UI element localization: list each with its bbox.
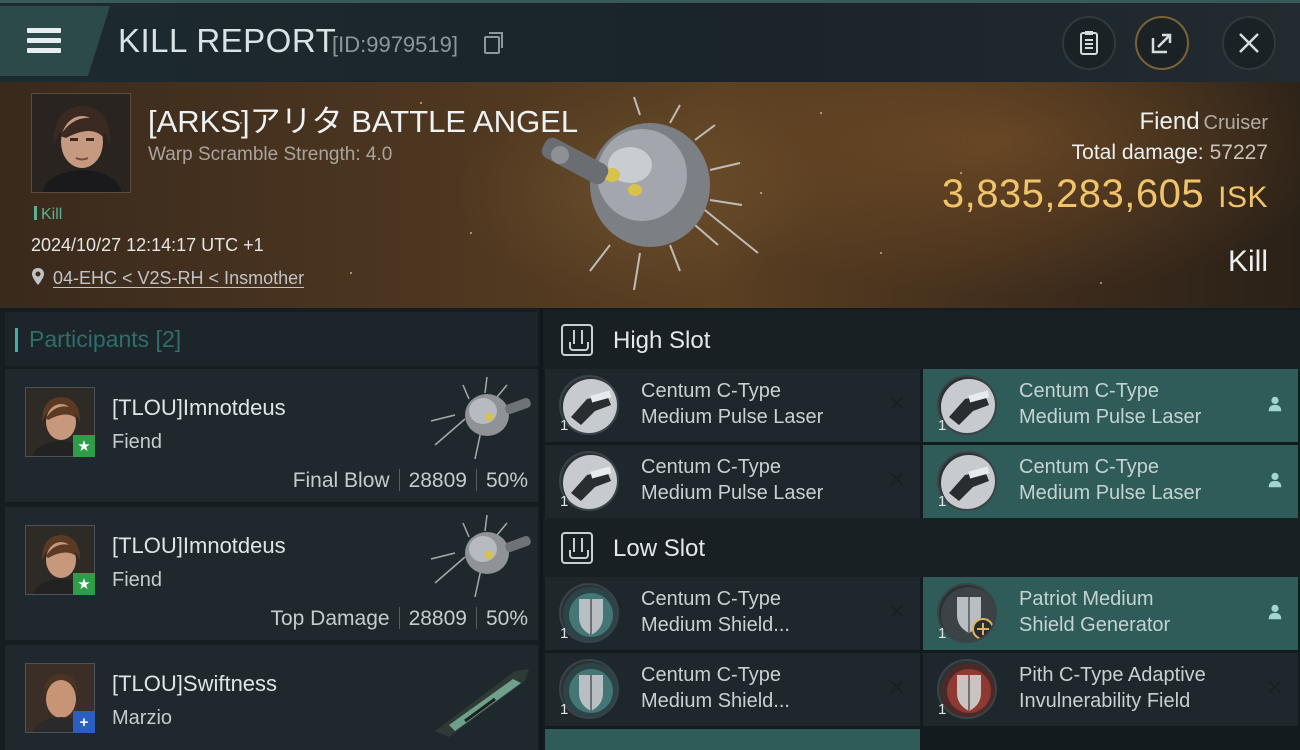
module-row[interactable]: 1 Centum C-Type Medium Pulse Laser — [923, 445, 1298, 518]
module-row[interactable]: 1 Centum C-Type Medium Shield... ✕ — [545, 653, 920, 726]
module-name: Centum C-Type Medium Pulse Laser — [1019, 380, 1202, 428]
victim-name[interactable]: [ARKS]アリタ BATTLE ANGEL — [148, 96, 578, 141]
ship-name: Fiend — [1139, 108, 1200, 135]
low-slot-icon — [561, 532, 593, 564]
participant-damage: 28809 — [408, 607, 467, 630]
participant-ship: Marzio — [112, 707, 173, 729]
isk-amount: 3,835,283,605 — [941, 172, 1205, 216]
person-icon — [1264, 601, 1286, 623]
module-name: Centum C-Type Medium Shield... — [641, 588, 790, 636]
module-quantity: 1 — [938, 417, 947, 434]
kill-tag: Kill — [34, 206, 62, 224]
share-icon — [1151, 33, 1172, 54]
participant-percent: 50% — [485, 469, 528, 492]
warp-scramble-strength: Warp Scramble Strength: 4.0 — [148, 144, 393, 165]
participants-header[interactable]: Participants [2] — [5, 312, 538, 366]
close-button[interactable] — [1222, 16, 1276, 70]
destroyed-icon: ✕ — [1265, 675, 1285, 700]
participant-role: Top Damage — [270, 607, 390, 630]
victim-portrait[interactable] — [31, 93, 131, 193]
menu-button[interactable] — [0, 6, 110, 76]
victim-ship[interactable]: Fiend Cruiser — [1140, 108, 1269, 136]
destroyed-icon: ✕ — [887, 391, 907, 416]
isk-unit: ISK — [1218, 181, 1268, 214]
total-damage-value: 57227 — [1209, 141, 1268, 164]
victim-ship-image[interactable] — [530, 95, 770, 305]
page-title: KILL REPORT — [118, 22, 337, 59]
hamburger-icon — [27, 28, 61, 54]
destroyed-icon: ✕ — [887, 467, 907, 492]
module-row[interactable]: 1 Patriot Medium Shield Generator — [923, 577, 1298, 650]
participant-damage: 28809 — [408, 469, 467, 492]
module-row[interactable]: 1 Centum C-Type Medium Pulse Laser ✕ — [545, 369, 920, 442]
participant-name: [TLOU]Swiftness — [112, 671, 278, 696]
participant-stats: Final Blow 28809 50% — [293, 469, 528, 493]
participant-stats: Top Damage 28809 50% — [270, 607, 528, 631]
module-row[interactable]: 1 Pith C-Type Adaptive Invulnerability Fi… — [923, 653, 1298, 726]
module-row[interactable]: 1 Centum C-Type Medium Pulse Laser — [923, 369, 1298, 442]
participant-name: [TLOU]Imnotdeus — [112, 395, 286, 420]
participant-ship-image — [430, 376, 531, 460]
module-name: Centum C-Type Medium Pulse Laser — [641, 456, 824, 504]
copy-icon[interactable] — [484, 32, 503, 54]
module-quantity: 1 — [938, 625, 947, 642]
participants-title: Participants [2] — [14, 326, 182, 352]
module-name: Centum C-Type Medium Shield... — [641, 664, 790, 712]
top-bar: KILL REPORT [ID:9979519] — [0, 0, 1300, 82]
kill-id: [ID:9979519] — [332, 32, 458, 57]
participant-ship-image — [430, 514, 531, 598]
module-quantity: 1 — [938, 493, 947, 510]
module-row[interactable]: 1 Centum C-Type Medium Pulse Laser ✕ — [545, 445, 920, 518]
high-slot-label: High Slot — [613, 327, 711, 354]
participant-ship-image — [435, 669, 529, 737]
participant-name: [TLOU]Imnotdeus — [112, 533, 286, 558]
module-quantity: 1 — [938, 701, 947, 718]
module-quantity: 1 — [560, 493, 569, 510]
corp-badge: ★ — [73, 435, 95, 457]
close-icon — [1239, 33, 1259, 53]
high-slot-header: High Slot — [543, 310, 1300, 370]
module-name: Pith C-Type Adaptive Invulnerability Fiel… — [1019, 664, 1206, 712]
destroyed-icon: ✕ — [887, 675, 907, 700]
total-damage: Total damage: 57227 — [1072, 141, 1268, 165]
person-icon — [1264, 393, 1286, 415]
total-damage-label: Total damage: — [1071, 141, 1204, 164]
ship-class: Cruiser — [1203, 112, 1268, 134]
participant-row[interactable]: + [TLOU]Swiftness Marzio — [5, 645, 538, 750]
low-slot-header: Low Slot — [543, 518, 1300, 578]
low-slot-label: Low Slot — [613, 535, 706, 562]
destroyed-icon: ✕ — [887, 599, 907, 624]
module-quantity: 1 — [560, 417, 569, 434]
participant-percent: 50% — [485, 607, 528, 630]
kill-result: Kill — [1227, 245, 1268, 278]
participant-ship: Fiend — [112, 431, 163, 453]
clipboard-button[interactable] — [1062, 16, 1116, 70]
isk-value: 3,835,283,605 ISK — [942, 172, 1268, 217]
module-name: Centum C-Type Medium Pulse Laser — [641, 380, 824, 428]
high-slot-icon — [561, 324, 593, 356]
module-quantity: 1 — [560, 625, 569, 642]
kill-datetime: 2024/10/27 12:14:17 UTC +1 — [31, 235, 264, 255]
kill-location-link[interactable]: 04-EHC < V2S-RH < Insmother — [53, 268, 304, 289]
module-name: Patriot Medium Shield Generator — [1019, 588, 1171, 636]
clipboard-icon — [1080, 31, 1098, 55]
participant-ship: Fiend — [112, 569, 163, 591]
module-row[interactable]: 1 Centum C-Type Medium Shield... ✕ — [545, 577, 920, 650]
module-row[interactable] — [545, 729, 920, 750]
module-quantity: 1 — [560, 701, 569, 718]
corp-badge: + — [73, 711, 95, 733]
participant-row[interactable]: ★ [TLOU]Imnotdeus Fiend Final Blow 28809 5… — [5, 369, 538, 502]
share-button[interactable] — [1135, 16, 1189, 70]
location-pin-icon — [32, 268, 44, 285]
participant-role: Final Blow — [292, 469, 390, 492]
module-name: Centum C-Type Medium Pulse Laser — [1019, 456, 1202, 504]
participant-row[interactable]: ★ [TLOU]Imnotdeus Fiend Top Damage 28809 5… — [5, 507, 538, 640]
corp-badge: ★ — [73, 573, 95, 595]
person-icon — [1264, 469, 1286, 491]
